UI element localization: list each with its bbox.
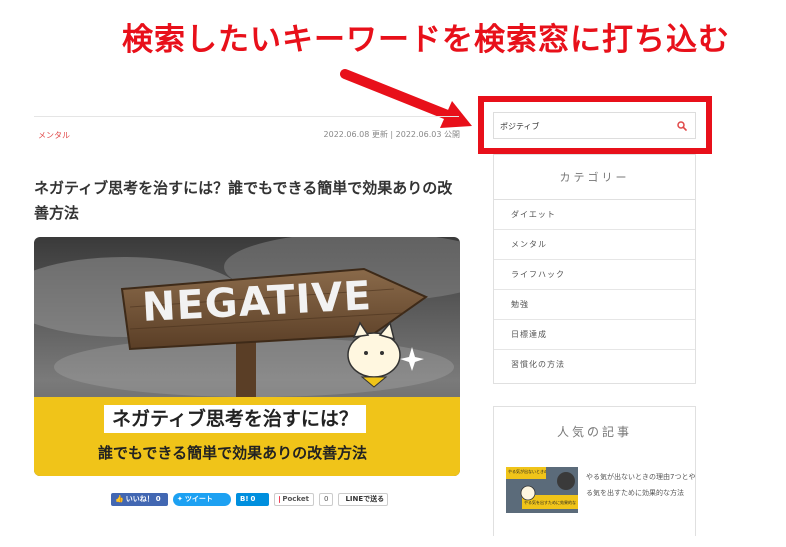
like-count: 0 — [155, 495, 161, 503]
hero-caption-line1: ネガティブ思考を治すには？ — [104, 405, 366, 433]
thumbnail-caption-bottom: やる気を出すために効果的な方法 — [524, 500, 576, 505]
twitter-bird-icon: ✦ — [177, 495, 183, 503]
categories-heading: カテゴリー — [494, 155, 695, 200]
like-label: いいね！ — [125, 495, 154, 503]
category-item-mental[interactable]: メンタル — [494, 230, 695, 260]
popular-articles-widget: 人気の記事 やる気が出ないときの理由7つ やる気を出すために効果的な方法 やる気… — [493, 406, 696, 536]
pocket-icon — [279, 496, 281, 503]
popular-article-thumbnail: やる気が出ないときの理由7つ やる気を出すために効果的な方法 — [506, 467, 578, 513]
article-title[interactable]: ネガティブ思考を治すには？誰でもできる簡単で効果ありの改善方法 — [34, 176, 464, 226]
thumbs-up-icon: 👍 — [115, 495, 124, 503]
hatena-label: B! — [240, 495, 249, 503]
categories-list: ダイエット メンタル ライフハック 勉強 日標達成 習慣化の方法 — [494, 200, 695, 380]
line-label: LINEで送る — [345, 495, 385, 503]
article-hero-image[interactable]: NEGATIVE ネガティブ思考を治すには？ 誰でもできる簡単で効果ありの改善方… — [34, 237, 460, 476]
hatena-bookmark-button[interactable]: B! 0 — [236, 493, 269, 506]
pocket-label: Pocket — [282, 495, 309, 503]
category-item-habit[interactable]: 習慣化の方法 — [494, 350, 695, 380]
tweet-label: ツイート — [184, 495, 213, 503]
category-item-lifehack[interactable]: ライフハック — [494, 260, 695, 290]
category-item-diet[interactable]: ダイエット — [494, 200, 695, 230]
annotation-highlight-box — [478, 96, 712, 154]
thumbnail-caption-top: やる気が出ないときの理由7つ — [508, 469, 546, 474]
hero-caption-line2: 誰でもできる簡単で効果ありの改善方法 — [98, 444, 368, 462]
category-item-study[interactable]: 勉強 — [494, 290, 695, 320]
category-item-goal[interactable]: 日標達成 — [494, 320, 695, 350]
annotation-caption: 検索したいキーワードを検索窓に打ち込む — [122, 22, 730, 58]
popular-article-title[interactable]: やる気が出ないときの理由7つとやる気を出すために効果的な方法 — [586, 469, 696, 501]
popular-article-item[interactable]: やる気が出ないときの理由7つ やる気を出すために効果的な方法 やる気が出ないとき… — [506, 467, 695, 513]
article-dates: 2022.06.08 更新 | 2022.06.03 公開 — [323, 130, 460, 139]
share-buttons: 👍 いいね！ 0 ✦ ツイート B! 0 Pocket 0 LINEで送る — [111, 493, 389, 506]
line-share-button[interactable]: LINEで送る — [338, 493, 389, 506]
hatena-count: 0 — [250, 495, 256, 503]
pocket-button[interactable]: Pocket — [274, 493, 314, 506]
article-category-link[interactable]: メンタル — [38, 130, 70, 141]
hero-illustration — [34, 237, 460, 476]
pocket-count: 0 — [319, 493, 334, 506]
categories-widget: カテゴリー ダイエット メンタル ライフハック 勉強 日標達成 習慣化の方法 — [493, 154, 696, 384]
tweet-button[interactable]: ✦ ツイート — [173, 493, 231, 506]
article-top-divider — [34, 116, 459, 117]
facebook-like-button[interactable]: 👍 いいね！ 0 — [111, 493, 168, 506]
popular-heading: 人気の記事 — [556, 425, 632, 439]
